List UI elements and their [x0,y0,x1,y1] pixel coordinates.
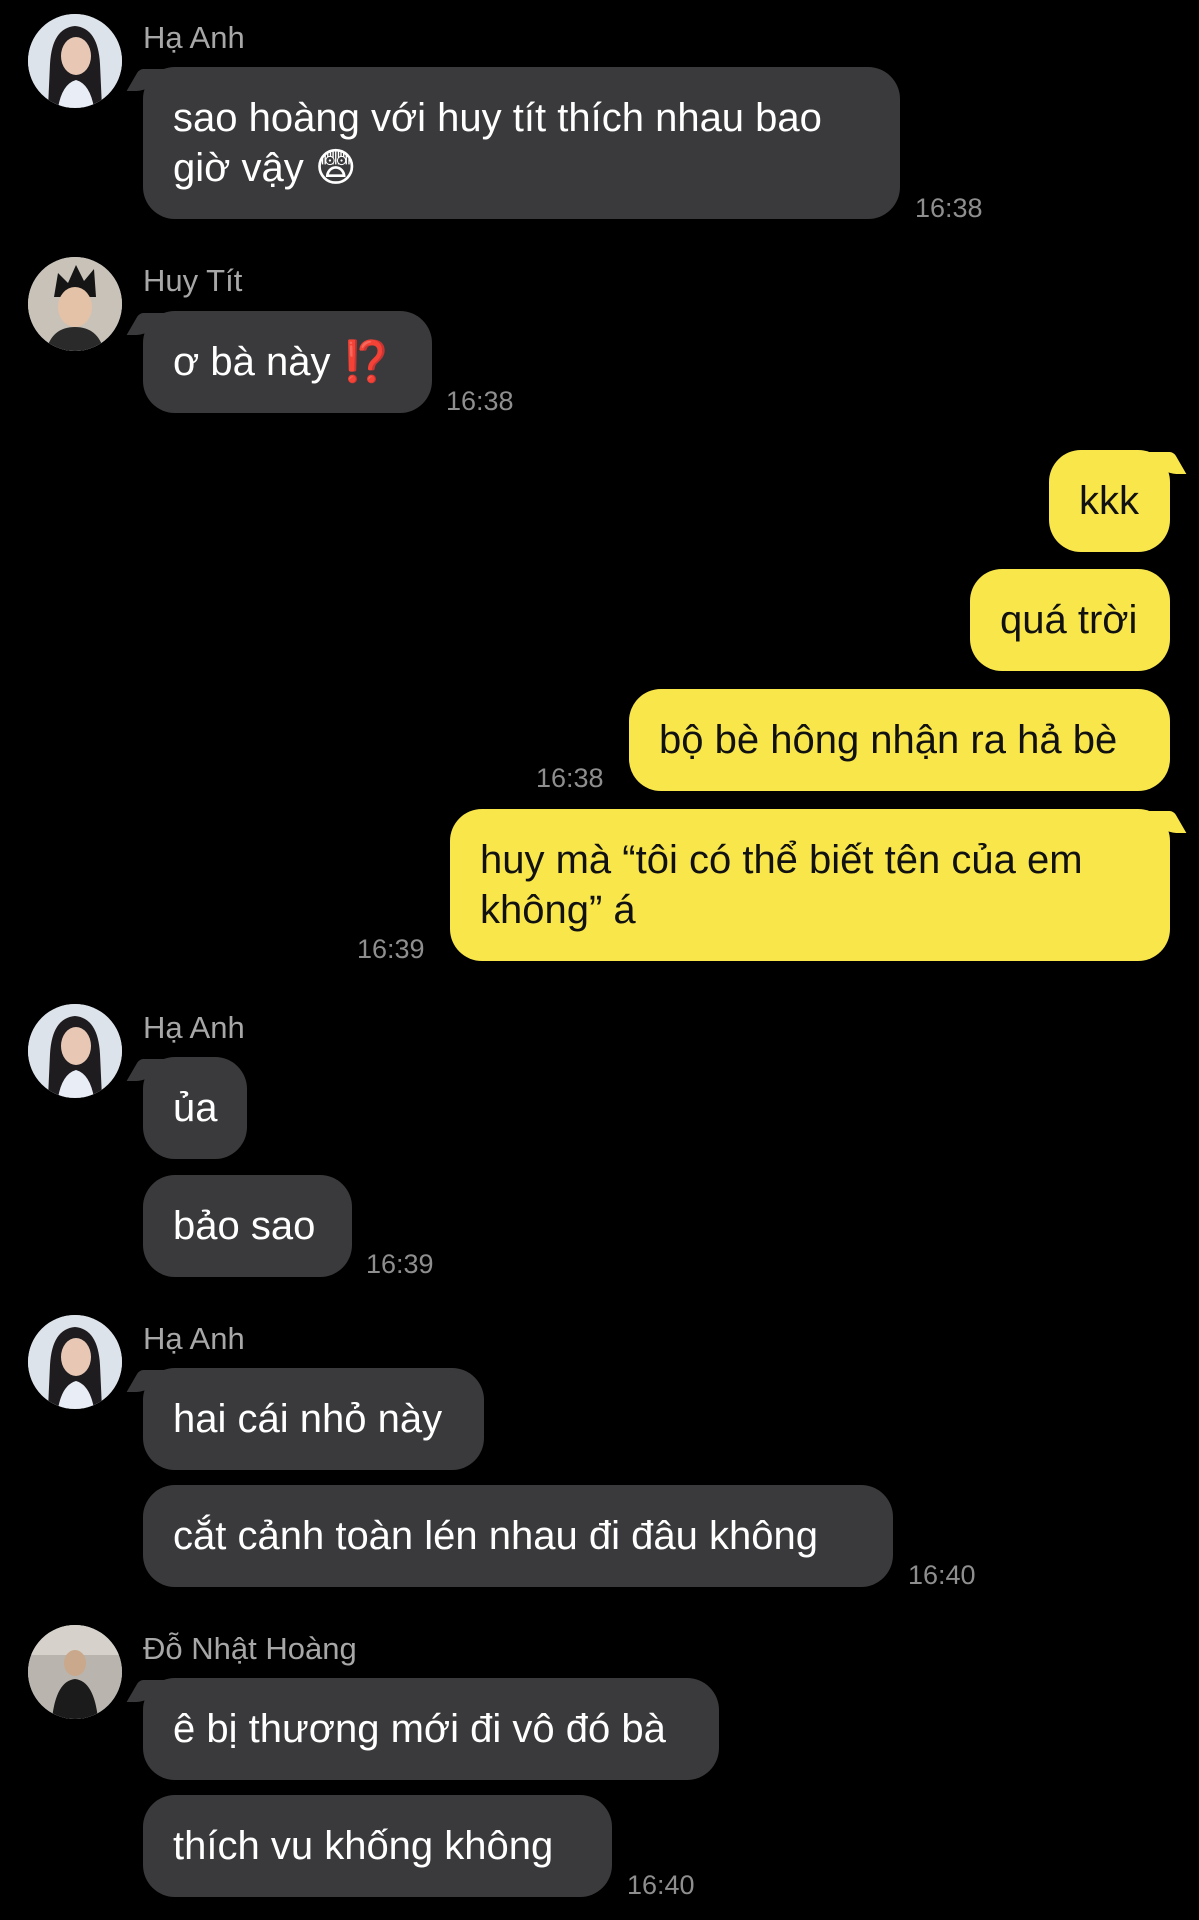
sender-name: Đỗ Nhật Hoàng [143,1631,357,1666]
message-text: cắt cảnh toàn lén nhau đi đâu không [173,1514,818,1558]
avatar-image [28,257,122,351]
avatar-image [28,1004,122,1098]
message-bubble-outgoing[interactable]: bộ bè hông nhận ra hả bè [629,689,1170,791]
avatar[interactable] [28,1315,122,1409]
message-bubble[interactable]: ê bị thương mới đi vô đó bà [143,1678,719,1780]
message-text: thích vu khống không [173,1824,554,1868]
message-bubble-outgoing[interactable]: huy mà “tôi có thể biết tên của em không… [450,809,1170,961]
message-text: hai cái nhỏ này [173,1397,443,1441]
message-timestamp: 16:38 [536,763,604,793]
message-text-line: sao hoàng với huy tít thích nhau bao [173,96,822,140]
avatar[interactable] [28,1004,122,1098]
message-timestamp: 16:40 [627,1870,695,1900]
message-bubble[interactable]: ủa [143,1057,247,1159]
exclamation-question-emoji: ⁉️ [341,339,392,385]
avatar[interactable] [28,14,122,108]
sender-name: Hạ Anh [143,1321,245,1356]
sender-name: Hạ Anh [143,1010,245,1045]
message-bubble-outgoing[interactable]: kkk [1049,450,1170,552]
avatar-image [28,14,122,108]
message-timestamp: 16:40 [908,1560,976,1590]
message-bubble[interactable]: thích vu khống không [143,1795,612,1897]
avatar-image [28,1315,122,1409]
message-text: kkk [1079,479,1139,523]
message-text: ơ bà này [173,340,331,384]
sender-name: Hạ Anh [143,20,245,55]
avatar[interactable] [28,257,122,351]
message-text-line: huy mà “tôi có thể biết tên của em [480,838,1083,882]
message-text: quá trời [1000,598,1138,642]
message-bubble[interactable]: hai cái nhỏ này [143,1368,484,1470]
message-text: bảo sao [173,1204,316,1248]
message-bubble[interactable]: sao hoàng với huy tít thích nhau bao giờ… [143,67,900,219]
message-text-line: giờ vậy 😨 [173,145,357,191]
sender-name: Huy Tít [143,263,243,298]
message-timestamp: 16:39 [357,934,425,964]
message-timestamp: 16:38 [915,193,983,223]
message-bubble[interactable]: ơ bà này ⁉️ [143,311,432,413]
message-bubble[interactable]: bảo sao [143,1175,352,1277]
fearful-face-emoji: 😨 [314,145,357,191]
message-text: ê bị thương mới đi vô đó bà [173,1707,666,1751]
message-timestamp: 16:39 [366,1249,434,1279]
message-text: bộ bè hông nhận ra hả bè [659,718,1118,762]
message-text-line: không” á [480,888,636,932]
message-bubble-outgoing[interactable]: quá trời [970,569,1170,671]
message-bubble[interactable]: cắt cảnh toàn lén nhau đi đâu không [143,1485,893,1587]
message-timestamp: 16:38 [446,386,514,416]
avatar-image [28,1625,122,1719]
message-text: ủa [173,1086,218,1130]
avatar[interactable] [28,1625,122,1719]
